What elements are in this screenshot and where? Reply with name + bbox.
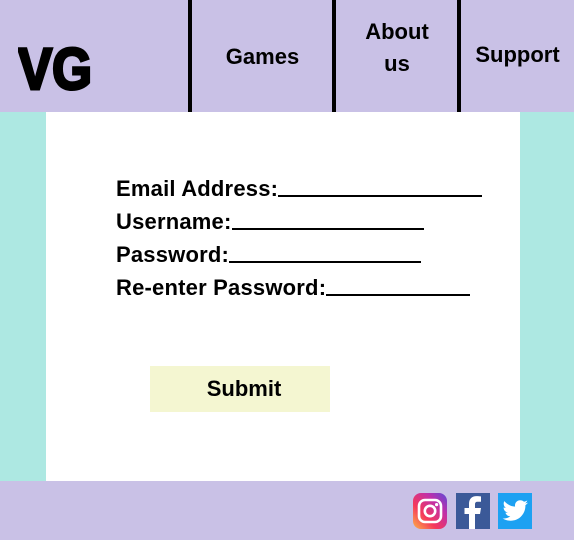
nav-support[interactable]: Support	[461, 0, 574, 112]
reenter-password-row: Re-enter Password:	[116, 271, 471, 301]
nav-support-label: Support	[475, 42, 560, 67]
site-header: VG Games About us Support	[0, 0, 574, 112]
twitter-icon[interactable]	[498, 493, 532, 529]
password-field[interactable]	[229, 241, 422, 263]
username-field[interactable]	[231, 208, 424, 230]
site-footer	[0, 481, 574, 540]
password-label: Password:	[116, 242, 230, 267]
nav-about-us[interactable]: About us	[336, 0, 458, 112]
submit-button[interactable]: Submit	[150, 366, 330, 412]
email-row: Email Address:	[116, 172, 483, 202]
reenter-password-label: Re-enter Password:	[116, 275, 327, 300]
vg-logo[interactable]: VG	[18, 40, 94, 96]
username-label: Username:	[116, 209, 232, 234]
logo-text: VG	[18, 40, 92, 96]
username-row: Username:	[116, 205, 424, 235]
nav-games-label: Games	[225, 44, 300, 69]
instagram-icon[interactable]	[413, 493, 447, 529]
email-label: Email Address:	[116, 176, 279, 201]
password-row: Password:	[116, 238, 422, 268]
facebook-icon[interactable]	[456, 493, 490, 529]
email-field[interactable]	[278, 175, 483, 197]
nav-about-label: About us	[365, 19, 429, 76]
nav-games[interactable]: Games	[192, 0, 333, 112]
signup-panel: Email Address: Username: Password: Re-en…	[46, 112, 520, 481]
reenter-password-field[interactable]	[326, 274, 471, 296]
